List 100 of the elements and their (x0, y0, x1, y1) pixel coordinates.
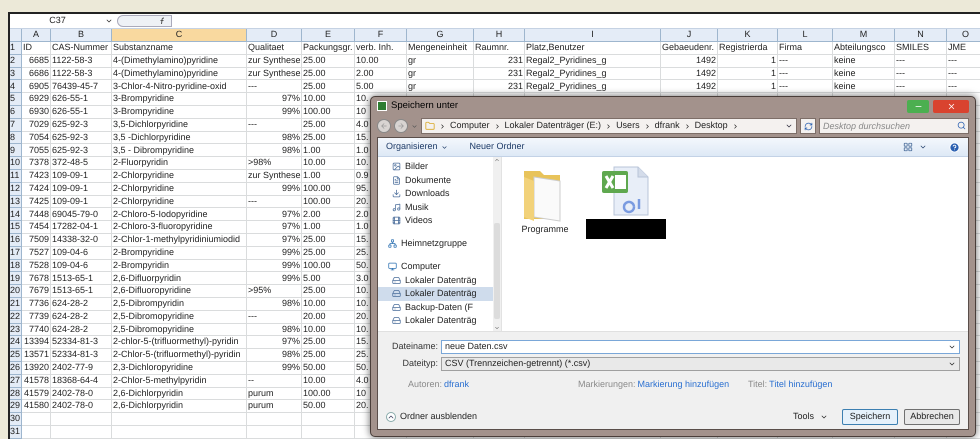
breadcrumb-item[interactable]: Computer (450, 119, 490, 133)
scrollbar[interactable] (493, 157, 501, 331)
nav-item[interactable]: Lokaler Datenträg (378, 287, 493, 300)
column-header[interactable]: E (302, 29, 355, 41)
chevron-icon[interactable] (605, 122, 612, 130)
row-header[interactable]: 25 (10, 349, 22, 362)
name-box[interactable]: C37 (10, 14, 105, 28)
column-header[interactable]: A (22, 29, 51, 41)
row-header[interactable]: 5 (10, 93, 22, 106)
table-cell[interactable] (51, 426, 112, 439)
scrollbar-thumb[interactable] (494, 223, 500, 319)
nav-item[interactable]: Backup-Daten (F (378, 300, 493, 314)
column-header[interactable]: N (895, 29, 947, 41)
meta-link[interactable]: Titel hinzufügen (769, 378, 832, 392)
search-field[interactable]: Desktop durchsuchen (819, 118, 969, 134)
row-header[interactable]: 16 (10, 234, 22, 247)
table-cell[interactable] (112, 413, 247, 426)
row-header[interactable]: 3 (10, 68, 22, 80)
breadcrumb-item[interactable]: Users (616, 119, 640, 133)
table-cell[interactable] (302, 426, 355, 439)
column-header[interactable]: O (947, 29, 980, 41)
organize-menu[interactable]: Organisieren (386, 140, 448, 154)
row-header[interactable]: 19 (10, 272, 22, 286)
table-cell[interactable] (302, 413, 355, 426)
row-header[interactable]: 7 (10, 118, 22, 132)
new-folder-button[interactable]: Neuer Ordner (470, 140, 525, 154)
dropdown-icon[interactable] (105, 17, 113, 25)
row-header[interactable]: 12 (10, 182, 22, 196)
search-icon[interactable] (957, 121, 966, 130)
row-header[interactable]: 17 (10, 246, 22, 260)
close-button[interactable] (933, 100, 969, 112)
address-bar[interactable]: Computer Lokaler Datenträger (E:) Users dfrank Desktop (421, 118, 797, 134)
column-header[interactable]: F (355, 29, 407, 41)
table-cell[interactable] (247, 426, 302, 439)
nav-group[interactable]: Computer (378, 260, 493, 274)
tools-menu[interactable]: Tools (792, 410, 828, 424)
save-button[interactable]: Speichern (842, 409, 898, 425)
cancel-button[interactable]: Abbrechen (904, 409, 960, 425)
column-header[interactable]: H (474, 29, 525, 41)
filetype-dropdown[interactable]: CSV (Trennzeichen-getrennt) (*.csv) (441, 356, 960, 370)
row-header[interactable]: 23 (10, 324, 22, 336)
row-header[interactable]: 10 (10, 157, 22, 170)
row-header[interactable]: 29 (10, 400, 22, 414)
hide-folders-button[interactable]: Ordner ausblenden (386, 410, 478, 424)
scroll-down-icon[interactable] (494, 325, 500, 331)
column-header[interactable]: I (525, 29, 661, 41)
column-header[interactable]: C (112, 29, 247, 41)
table-cell[interactable] (112, 426, 247, 439)
row-header[interactable]: 9 (10, 144, 22, 158)
row-header[interactable]: 14 (10, 208, 22, 222)
row-header[interactable]: 13 (10, 196, 22, 208)
row-header[interactable]: 28 (10, 388, 22, 400)
chevron-icon[interactable] (644, 122, 651, 130)
row-header[interactable]: 8 (10, 132, 22, 144)
row-header[interactable]: 26 (10, 362, 22, 375)
breadcrumb-item[interactable]: Desktop (694, 119, 728, 133)
row-header[interactable]: 11 (10, 170, 22, 183)
table-cell[interactable] (247, 413, 302, 426)
nav-group[interactable]: Heimnetzgruppe (378, 236, 493, 250)
row-header[interactable]: 21 (10, 298, 22, 311)
back-button[interactable] (377, 119, 391, 133)
table-cell[interactable] (51, 413, 112, 426)
dropdown-icon[interactable] (785, 122, 793, 130)
file-name[interactable]: Programme (521, 223, 568, 236)
refresh-button[interactable] (800, 118, 816, 134)
column-header[interactable]: D (247, 29, 302, 41)
row-header[interactable]: 30 (10, 413, 22, 426)
history-dropdown-icon[interactable] (411, 122, 418, 130)
help-icon[interactable] (949, 142, 960, 152)
column-header[interactable]: G (407, 29, 474, 41)
meta-link[interactable]: Markierung hinzufügen (638, 378, 730, 392)
column-header[interactable]: J (661, 29, 718, 41)
breadcrumb-item[interactable]: Lokaler Datenträger (E:) (504, 119, 602, 133)
row-header[interactable]: 1 (10, 42, 22, 55)
chevron-icon[interactable] (684, 122, 691, 130)
minimize-button[interactable] (907, 100, 929, 112)
table-cell[interactable] (22, 413, 51, 426)
row-header[interactable]: 27 (10, 374, 22, 388)
chevron-icon[interactable] (494, 122, 501, 130)
scroll-up-icon[interactable] (494, 157, 500, 163)
dropdown-icon[interactable] (919, 143, 927, 151)
meta-link[interactable]: dfrank (444, 378, 470, 392)
row-header[interactable]: 20 (10, 285, 22, 298)
chevron-icon[interactable] (732, 122, 739, 130)
row-header[interactable]: 2 (10, 54, 22, 68)
row-header[interactable]: 18 (10, 260, 22, 272)
row-header[interactable]: 6 (10, 106, 22, 119)
row-header[interactable]: 24 (10, 336, 22, 350)
column-header[interactable]: M (833, 29, 895, 41)
row-header[interactable]: 4 (10, 80, 22, 94)
table-cell[interactable] (22, 426, 51, 439)
breadcrumb-item[interactable]: dfrank (654, 119, 680, 133)
view-icon[interactable] (903, 142, 913, 152)
column-header[interactable]: L (778, 29, 833, 41)
row-header[interactable]: 15 (10, 221, 22, 234)
filename-field[interactable]: neue Daten.csv (441, 340, 960, 354)
row-header[interactable]: 22 (10, 310, 22, 324)
chevron-icon[interactable] (439, 122, 446, 130)
forward-button[interactable] (394, 119, 408, 133)
row-header[interactable]: 31 (10, 426, 22, 439)
